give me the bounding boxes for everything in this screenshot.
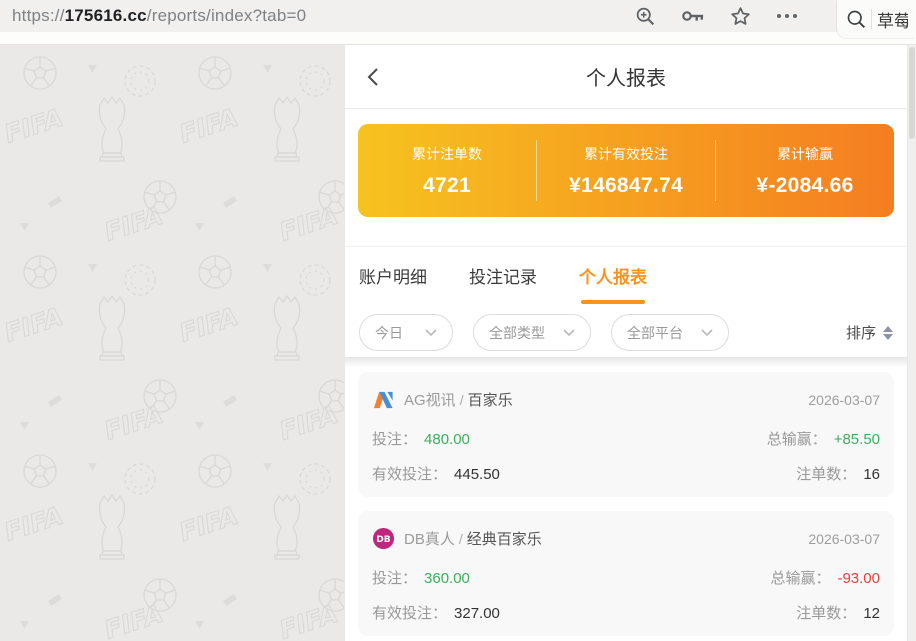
- tab-bar: 账户明细 投注记录 个人报表: [345, 246, 907, 304]
- game-name: 经典百家乐: [467, 528, 542, 549]
- stat-value: ¥-2084.66: [756, 174, 853, 198]
- browser-search-box[interactable]: 草莓: [837, 0, 916, 38]
- stat-total-winloss: 累计输赢 ¥-2084.66: [716, 124, 894, 217]
- scrollbar-thumb[interactable]: [909, 47, 915, 139]
- stat-label: 累计注单数: [412, 144, 482, 164]
- filter-date-dropdown[interactable]: 今日: [359, 314, 453, 351]
- sort-label: 排序: [846, 322, 876, 343]
- bet-count-label: 注单数：: [796, 602, 856, 623]
- game-name: 百家乐: [468, 389, 513, 410]
- stat-value: 4721: [423, 174, 471, 198]
- star-bookmark-icon[interactable]: [730, 6, 751, 27]
- report-list: AG视讯 / 百家乐 2026-03-07 投注： 480.00 总输赢： +8…: [345, 367, 907, 641]
- ag-logo-icon: [372, 388, 395, 411]
- bet-value: 360.00: [424, 570, 470, 587]
- report-row: 投注： 480.00 总输赢： +85.50: [372, 428, 880, 449]
- back-button[interactable]: [358, 62, 388, 92]
- browser-subbar: [0, 32, 916, 45]
- chevron-left-icon: [365, 67, 381, 87]
- provider-name: AG视讯: [404, 389, 456, 410]
- valid-bet-label: 有效投注：: [372, 463, 447, 484]
- search-shortcut-label: 草莓: [877, 7, 908, 32]
- filter-bar: 今日 全部类型 全部平台 排序: [345, 304, 907, 357]
- db-logo-icon: DB: [372, 527, 395, 550]
- valid-bet-label: 有效投注：: [372, 602, 447, 623]
- stat-total-valid-bet: 累计有效投注 ¥146847.74: [537, 124, 715, 217]
- browser-address-bar: https://175616.cc/reports/index?tab=0 草莓: [0, 0, 916, 32]
- report-card-header: DB DB真人 / 经典百家乐 2026-03-07: [372, 527, 880, 550]
- filter-platform-value: 全部平台: [627, 323, 683, 343]
- fifa-watermark-background: FIFA: [0, 45, 344, 641]
- sort-control[interactable]: 排序: [846, 322, 893, 343]
- browser-toolbar-icons: [635, 0, 798, 32]
- chevron-down-icon: [701, 329, 713, 337]
- zoom-in-icon[interactable]: [635, 6, 656, 27]
- tab-bet-records[interactable]: 投注记录: [469, 247, 537, 304]
- provider-name: DB真人: [404, 528, 455, 549]
- panel-header: 个人报表: [345, 45, 907, 109]
- content: FIFA: [0, 45, 916, 641]
- url-text[interactable]: https://175616.cc/reports/index?tab=0: [12, 6, 306, 26]
- bet-label: 投注：: [372, 567, 417, 588]
- report-card: DB DB真人 / 经典百家乐 2026-03-07 投注： 360.00 总输…: [358, 511, 894, 636]
- filter-platform-dropdown[interactable]: 全部平台: [611, 314, 729, 351]
- filter-type-dropdown[interactable]: 全部类型: [473, 314, 591, 351]
- stat-label: 累计输赢: [777, 144, 833, 164]
- winloss-value: -93.00: [837, 570, 880, 587]
- filter-date-value: 今日: [375, 323, 403, 343]
- winloss-label: 总输赢：: [770, 567, 830, 588]
- search-icon: [846, 9, 866, 29]
- stat-label: 累计有效投注: [584, 144, 668, 164]
- scrollbar-track[interactable]: [908, 45, 916, 641]
- stat-value: ¥146847.74: [569, 174, 683, 198]
- report-panel: 个人报表 累计注单数 4721 累计有效投注 ¥146847.74 累计输赢 ¥…: [344, 45, 908, 641]
- report-row: 投注： 360.00 总输赢： -93.00: [372, 567, 880, 588]
- url-domain: 175616.cc: [65, 6, 147, 25]
- key-icon[interactable]: [681, 6, 705, 26]
- report-date: 2026-03-07: [808, 531, 880, 547]
- bet-value: 480.00: [424, 431, 470, 448]
- svg-text:DB: DB: [376, 535, 391, 545]
- url-path: /reports/index?tab=0: [147, 6, 306, 25]
- report-card-header: AG视讯 / 百家乐 2026-03-07: [372, 388, 880, 411]
- valid-bet-value: 445.50: [454, 466, 500, 483]
- chevron-down-icon: [563, 329, 575, 337]
- name-separator: /: [460, 392, 464, 408]
- screen: https://175616.cc/reports/index?tab=0 草莓: [0, 0, 916, 641]
- winloss-value: +85.50: [834, 431, 880, 448]
- bet-count-value: 16: [863, 466, 880, 483]
- fifa-pattern-graphic: FIFA: [0, 45, 344, 641]
- bet-label: 投注：: [372, 428, 417, 449]
- page-title: 个人报表: [586, 62, 666, 91]
- divider: [871, 9, 872, 29]
- bet-count-label: 注单数：: [796, 463, 856, 484]
- chevron-down-icon: [425, 329, 437, 337]
- report-date: 2026-03-07: [808, 392, 880, 408]
- filter-type-value: 全部类型: [489, 323, 545, 343]
- valid-bet-value: 327.00: [454, 605, 500, 622]
- summary-stats-card: 累计注单数 4721 累计有效投注 ¥146847.74 累计输赢 ¥-2084…: [358, 124, 894, 217]
- name-separator: /: [459, 531, 463, 547]
- report-row: 有效投注： 327.00 注单数： 12: [372, 602, 880, 623]
- more-menu-icon[interactable]: [776, 12, 798, 20]
- stat-total-bet-count: 累计注单数 4721: [358, 124, 536, 217]
- report-card: AG视讯 / 百家乐 2026-03-07 投注： 480.00 总输赢： +8…: [358, 372, 894, 497]
- sort-arrows-icon: [883, 326, 893, 340]
- bet-count-value: 12: [863, 605, 880, 622]
- winloss-label: 总输赢：: [767, 428, 827, 449]
- section-shadow: [345, 357, 907, 367]
- url-scheme: https://: [12, 6, 65, 25]
- tab-account-details[interactable]: 账户明细: [359, 247, 427, 304]
- report-row: 有效投注： 445.50 注单数： 16: [372, 463, 880, 484]
- tab-personal-report[interactable]: 个人报表: [579, 247, 647, 304]
